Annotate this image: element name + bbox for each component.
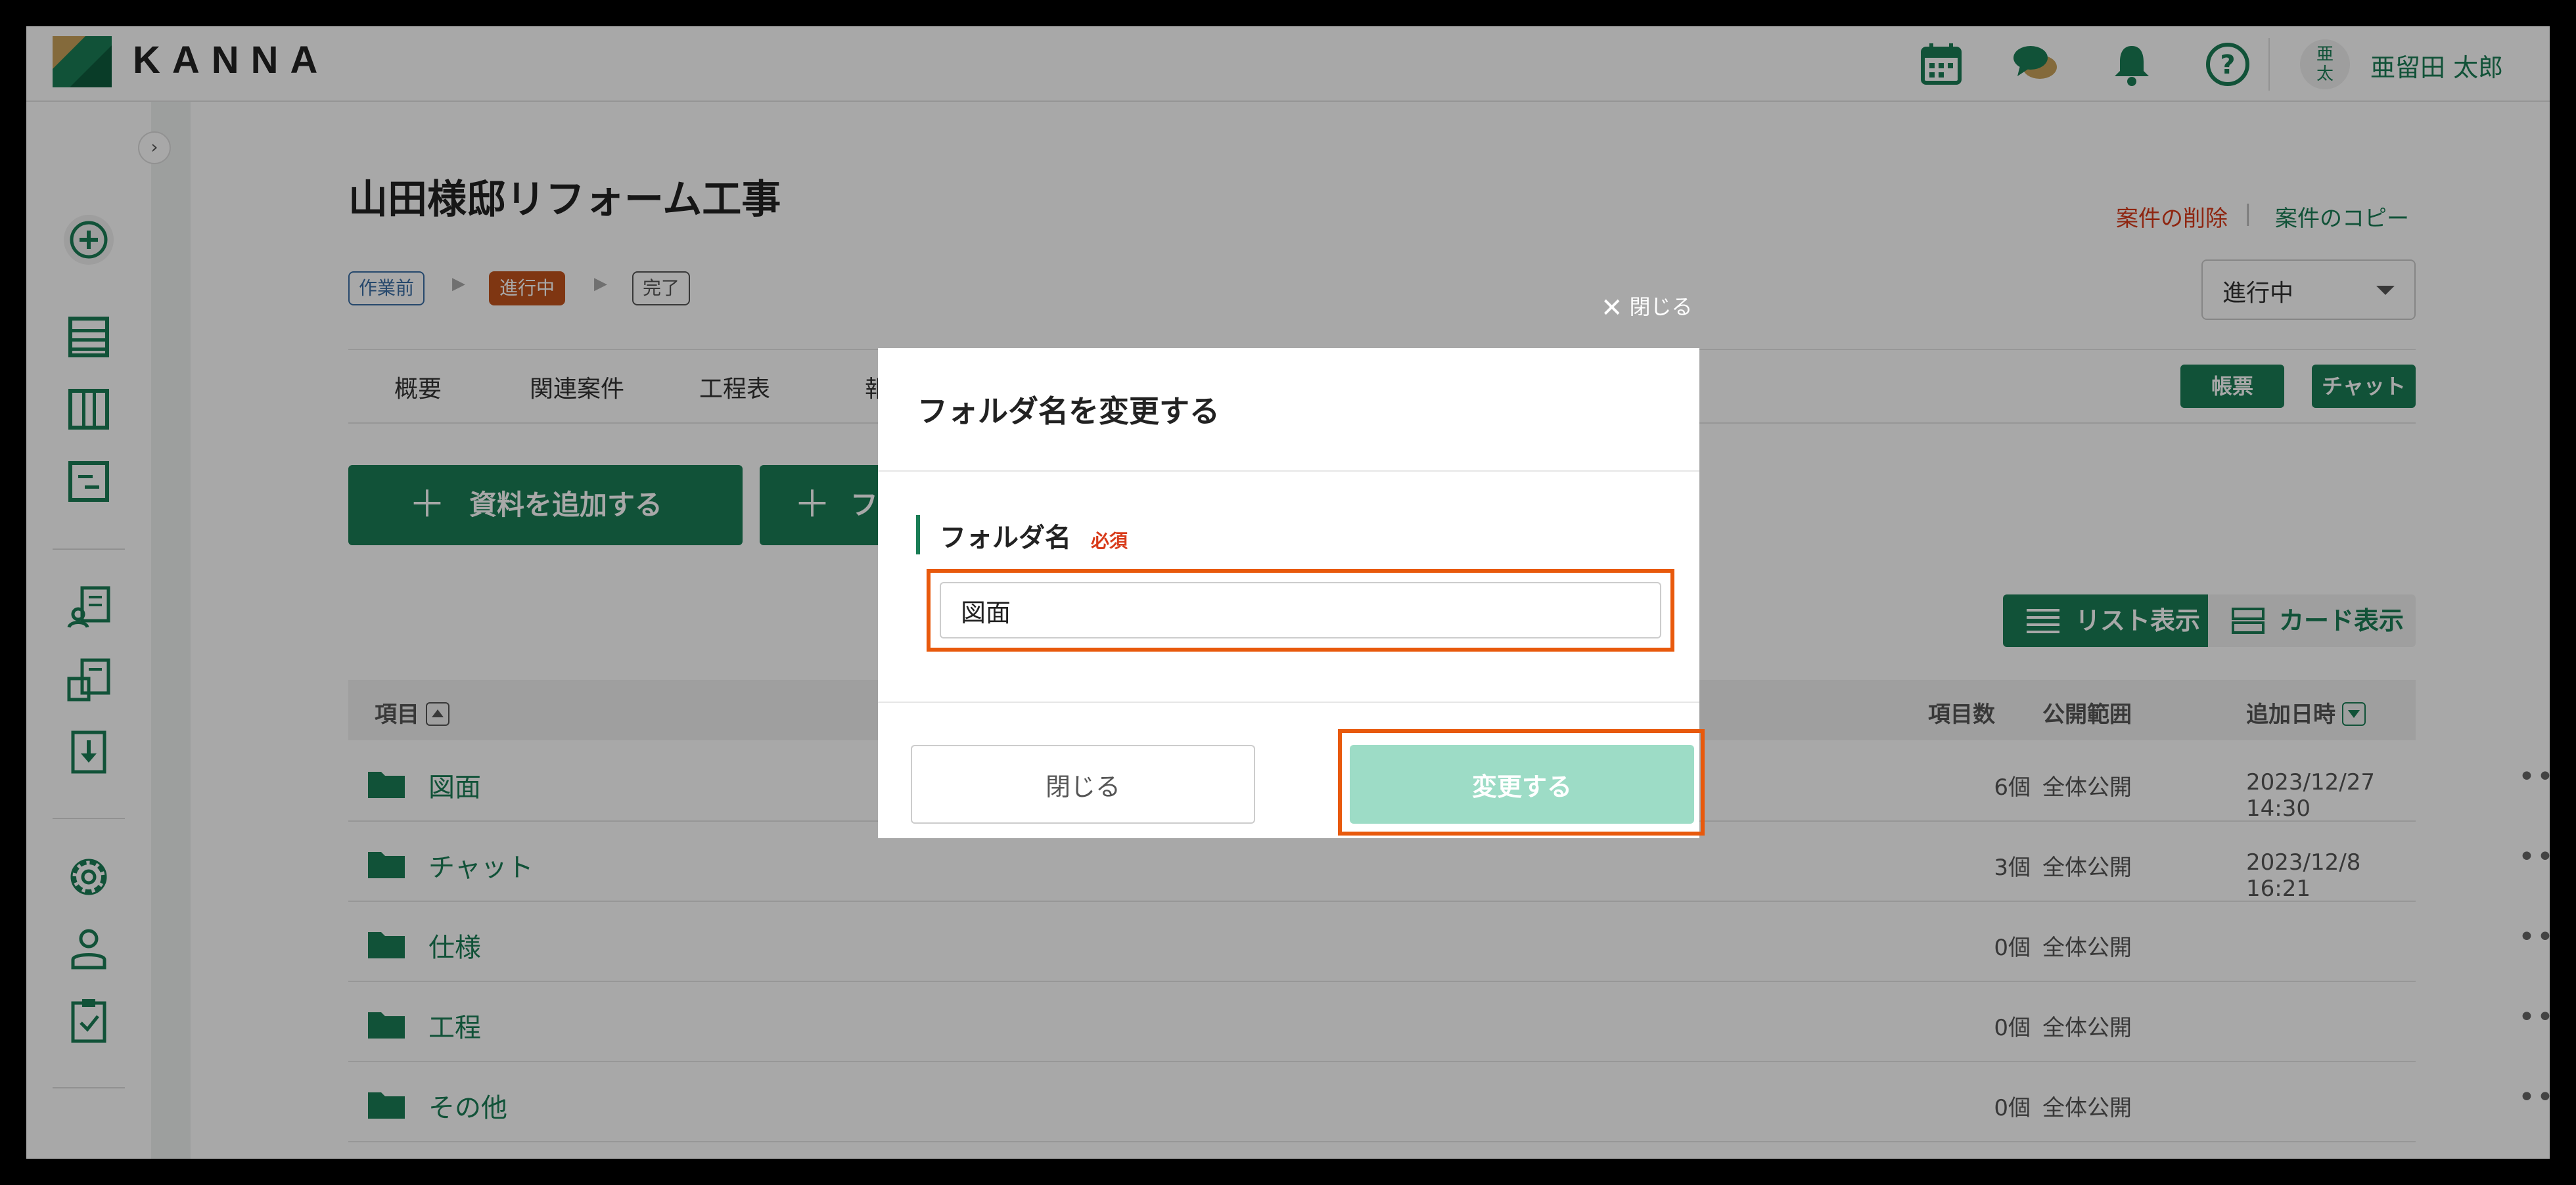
dialog-title: フォルダ名を変更する <box>917 393 1220 429</box>
rename-folder-dialog: フォルダ名を変更する フォルダ名 必須 閉じる 変更する <box>878 348 1705 838</box>
modal-close-top-label: 閉じる <box>1629 294 1693 319</box>
cancel-button[interactable]: 閉じる <box>911 745 1255 824</box>
submit-button[interactable]: 変更する <box>1350 745 1694 824</box>
app-window: KANNA ? 亜 太 亜留田 太郎 › 山田様邸リフォーム工事 作業前 ▶ 進… <box>26 26 2550 1159</box>
required-badge: 必須 <box>1091 530 1128 552</box>
close-icon: ✕ <box>1601 293 1623 323</box>
folder-name-label: フォルダ名 <box>940 523 1071 553</box>
modal-close-top[interactable]: ✕ 閉じる <box>1601 290 1693 323</box>
folder-name-input[interactable] <box>940 582 1661 638</box>
dialog-divider <box>878 702 1699 703</box>
field-accent-bar <box>916 515 920 554</box>
dialog-divider <box>878 470 1699 472</box>
